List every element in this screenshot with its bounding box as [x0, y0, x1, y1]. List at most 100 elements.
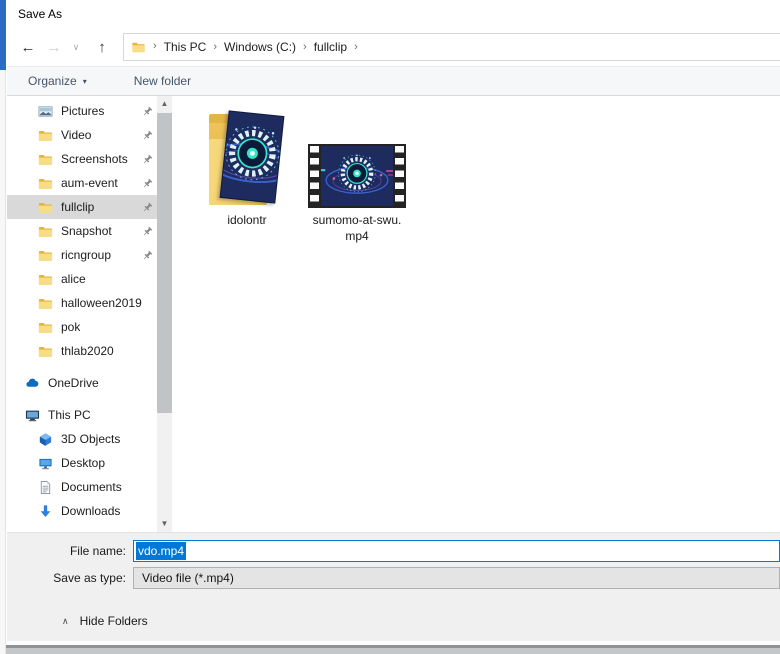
hide-folders-label: Hide Folders [79, 614, 148, 628]
selected-file-name-text: vdo.mp4 [136, 542, 187, 560]
sidebar-item-onedrive[interactable]: OneDrive [7, 371, 157, 395]
folder-icon [37, 344, 54, 359]
navigation-bar: ← → ∨ ↑ › This PC › Windows (C:) › fullc… [7, 28, 780, 66]
sidebar-item-label: Screenshots [61, 152, 128, 166]
save-as-dialog: Save As ← → ∨ ↑ › This PC › Windows (C:)… [0, 0, 780, 654]
folder-thumbnail-icon [207, 110, 287, 208]
folder-icon [37, 320, 54, 335]
window-bottom-edge [0, 645, 780, 654]
save-as-type-dropdown[interactable]: Video file (*.mp4) [133, 567, 780, 589]
breadcrumb-segment-fullclip[interactable]: fullclip › [314, 40, 365, 54]
sidebar-item-label: aum-event [61, 176, 118, 190]
back-icon[interactable]: ← [15, 40, 41, 55]
save-as-type-label: Save as type: [53, 571, 126, 585]
filmstrip-holes [310, 146, 319, 206]
folder-icon [37, 200, 54, 215]
file-list-area: idolontr sumomo-at-swu. mp4 [157, 96, 780, 532]
sidebar-item-label: Snapshot [61, 224, 112, 238]
sidebar-item-aum-event[interactable]: aum-event [7, 171, 157, 195]
window-left-border [0, 0, 6, 654]
pin-icon [141, 225, 154, 238]
sidebar-item-label: This PC [48, 408, 91, 422]
video-thumbnail-icon [308, 144, 406, 208]
pin-icon [141, 105, 154, 118]
file-item-sumomo-at-swu-mp4[interactable]: sumomo-at-swu. mp4 [304, 110, 410, 244]
pin-icon [141, 201, 154, 214]
file-name-label: File name: [69, 544, 126, 558]
file-label: sumomo-at-swu. mp4 [312, 213, 402, 244]
pin-icon [141, 249, 154, 262]
sidebar-item-fullclip[interactable]: fullclip [7, 195, 157, 219]
recent-locations-chevron-icon[interactable]: ∨ [67, 42, 85, 52]
background-window-edge [0, 0, 6, 70]
sidebar-item-alice[interactable]: alice [7, 267, 157, 291]
sidebar-item-downloads[interactable]: Downloads [7, 499, 157, 523]
breadcrumb: › This PC › Windows (C:) › fullclip › [146, 40, 365, 54]
sidebar-item-label: Video [61, 128, 92, 142]
window-title: Save As [18, 7, 63, 21]
title-bar: Save As [7, 0, 780, 28]
file-name-input[interactable]: vdo.mp4 [133, 540, 780, 562]
breadcrumb-chevron-icon: › [213, 41, 218, 53]
sidebar-item-documents[interactable]: Documents [7, 475, 157, 499]
hide-folders-button[interactable]: ∧ Hide Folders [58, 612, 152, 630]
sidebar-item-label: Desktop [61, 456, 106, 470]
breadcrumb-segment-windows-c-[interactable]: Windows (C:) › [224, 40, 314, 54]
folder-icon [131, 40, 146, 54]
sidebar-item-this-pc[interactable]: This PC [7, 403, 157, 427]
folder-icon [37, 128, 54, 143]
sidebar-item-label: fullclip [61, 200, 95, 214]
organize-button[interactable]: Organize ▾ [28, 74, 87, 88]
sidebar-item-label: 3D Objects [61, 432, 121, 446]
breadcrumb-chevron-icon: › [153, 40, 157, 52]
sidebar-item-label: OneDrive [48, 376, 99, 390]
folder-icon [37, 224, 54, 239]
sidebar-item-label: Downloads [61, 504, 121, 518]
sidebar-item-label: Pictures [61, 104, 105, 118]
pin-icon [141, 177, 154, 190]
scroll-down-icon[interactable]: ▼ [157, 516, 172, 532]
dialog-content: Pictures Video Screenshots aum-event ful… [7, 96, 780, 532]
up-icon[interactable]: ↑ [89, 40, 115, 55]
sidebar-item-pok[interactable]: pok [7, 315, 157, 339]
downloads-icon [37, 504, 54, 519]
sidebar-item-snapshot[interactable]: Snapshot [7, 219, 157, 243]
documents-icon [37, 480, 54, 495]
sidebar-item-ricngroup[interactable]: ricngroup [7, 243, 157, 267]
folder-icon [37, 176, 54, 191]
address-bar[interactable]: › This PC › Windows (C:) › fullclip › [123, 33, 780, 61]
sidebar-item-video[interactable]: Video [7, 123, 157, 147]
scrollbar-thumb[interactable] [157, 113, 172, 413]
sidebar-item-halloween2019[interactable]: halloween2019 [7, 291, 157, 315]
file-item-idolontr[interactable]: idolontr [194, 110, 300, 228]
sidebar-item-screenshots[interactable]: Screenshots [7, 147, 157, 171]
scroll-up-icon[interactable]: ▲ [157, 96, 172, 112]
folder-icon [37, 248, 54, 263]
pin-icon [141, 153, 154, 166]
sidebar-scrollbar[interactable]: ▲ ▼ [157, 96, 172, 532]
sidebar-item-label: Documents [61, 480, 122, 494]
folder-icon [37, 296, 54, 311]
new-folder-button[interactable]: New folder [134, 74, 191, 88]
onedrive-icon [24, 376, 41, 391]
pictures-icon [37, 104, 54, 119]
forward-icon[interactable]: → [41, 40, 67, 55]
chevron-up-icon: ∧ [62, 615, 69, 626]
breadcrumb-segment-this-pc[interactable]: This PC › [164, 40, 224, 54]
save-form-area: File name: vdo.mp4 Save as type: Video f… [0, 532, 780, 654]
sidebar-item-label: thlab2020 [61, 344, 114, 358]
sidebar-item-pictures[interactable]: Pictures [7, 99, 157, 123]
organize-label: Organize [28, 74, 77, 88]
sidebar-item-label: ricngroup [61, 248, 112, 262]
sidebar-item-desktop[interactable]: Desktop [7, 451, 157, 475]
sidebar-item-3d-objects[interactable]: 3D Objects [7, 427, 157, 451]
command-toolbar: Organize ▾ New folder [7, 66, 780, 96]
folder-icon [37, 152, 54, 167]
this-pc-icon [24, 408, 41, 423]
sidebar-item-label: halloween2019 [61, 296, 142, 310]
sidebar-item-thlab2020[interactable]: thlab2020 [7, 339, 157, 363]
breadcrumb-chevron-icon: › [354, 41, 358, 53]
3d-objects-icon [37, 432, 54, 447]
sidebar-item-label: pok [61, 320, 81, 334]
desktop-icon [37, 456, 54, 471]
